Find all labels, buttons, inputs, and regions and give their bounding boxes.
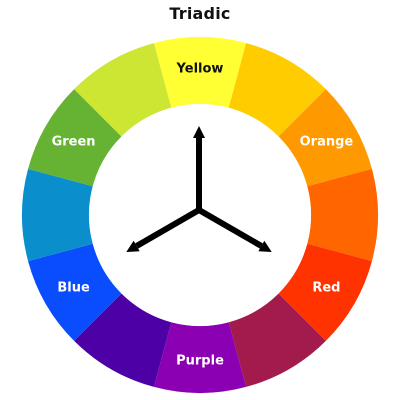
segment-label-green: Green bbox=[52, 135, 96, 150]
segment-label-blue: Blue bbox=[57, 281, 90, 296]
segment-label-yellow: Yellow bbox=[176, 62, 224, 77]
triadic-diagram: Triadic Yellow Orange Red Purple Blue Green bbox=[0, 0, 400, 400]
arrow-hub bbox=[196, 207, 202, 213]
color-wheel: Yellow Orange Red Purple Blue Green bbox=[22, 36, 378, 393]
segment-label-purple: Purple bbox=[176, 354, 224, 369]
segment-label-orange: Orange bbox=[300, 135, 354, 150]
segment-label-red: Red bbox=[312, 281, 340, 296]
wheel-segments bbox=[22, 36, 378, 393]
